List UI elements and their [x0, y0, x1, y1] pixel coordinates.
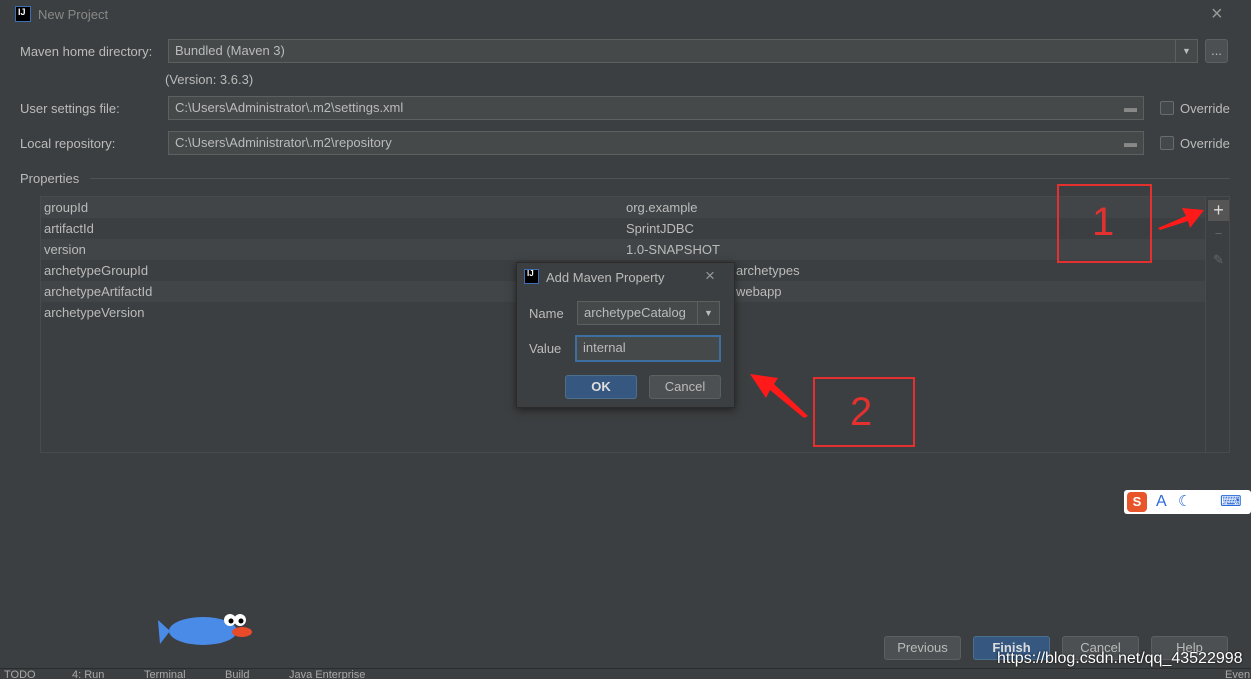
annotation-number-1: 1 — [1092, 200, 1115, 244]
value-input[interactable]: internal — [575, 335, 721, 362]
table-row[interactable]: artifactId SprintJDBC — [41, 218, 1205, 239]
value-label: Value — [529, 341, 562, 356]
property-key: artifactId — [44, 221, 94, 236]
edit-icon[interactable]: ✎ — [1208, 252, 1229, 268]
override-label: Override — [1180, 101, 1230, 116]
folder-icon[interactable]: ▬ — [1124, 135, 1137, 150]
property-key: groupId — [44, 200, 89, 215]
fish-mascot-icon — [158, 614, 252, 645]
intellij-logo-icon: IJ — [15, 6, 31, 22]
arrow-annotation-1 — [1158, 208, 1204, 230]
add-maven-property-dialog: IJ Add Maven Property × Name archetypeCa… — [516, 262, 735, 408]
user-settings-label: User settings file: — [20, 101, 120, 116]
dialog-close-icon[interactable]: × — [705, 266, 715, 286]
arrow-annotation-2 — [750, 374, 808, 418]
close-icon[interactable]: × — [1211, 3, 1223, 26]
name-combobox[interactable]: archetypeCatalog ▼ — [577, 301, 720, 325]
keyboard-icon[interactable]: ⌨ — [1220, 492, 1242, 510]
chevron-down-icon[interactable]: ▼ — [697, 302, 719, 324]
add-icon[interactable]: + — [1208, 200, 1229, 221]
property-value: org.example — [626, 200, 698, 215]
folder-icon[interactable]: ▬ — [1124, 100, 1137, 115]
ime-toolbar: S A ☾ ⌨ — [1124, 490, 1251, 514]
user-settings-value: C:\Users\Administrator\.m2\settings.xml — [175, 100, 404, 115]
property-value: SprintJDBC — [626, 221, 694, 236]
user-settings-override-checkbox[interactable] — [1160, 101, 1174, 115]
override-label: Override — [1180, 136, 1230, 151]
taskbar-event-log[interactable]: Even — [1225, 670, 1250, 679]
browse-maven-button[interactable]: ... — [1205, 39, 1228, 63]
taskbar-todo[interactable]: TODO — [4, 670, 36, 679]
dialog-title: Add Maven Property — [546, 270, 665, 285]
table-row[interactable]: groupId org.example — [41, 197, 1205, 218]
title-bar: IJ New Project × — [0, 0, 1251, 30]
taskbar-java-enterprise[interactable]: Java Enterprise — [289, 670, 365, 679]
name-value: archetypeCatalog — [584, 305, 686, 320]
maven-version: (Version: 3.6.3) — [165, 72, 254, 87]
maven-home-select[interactable]: Bundled (Maven 3) ▼ — [168, 39, 1198, 63]
property-key: version — [44, 242, 86, 257]
properties-divider — [90, 178, 1230, 179]
local-repo-label: Local repository: — [20, 136, 116, 151]
dialog-cancel-button[interactable]: Cancel — [649, 375, 721, 399]
annotation-number-2: 2 — [850, 390, 873, 434]
chevron-down-icon[interactable]: ▼ — [1175, 40, 1197, 62]
watermark: https://blog.csdn.net/qq_43522998 — [997, 650, 1243, 667]
taskbar-run[interactable]: 4: Run — [72, 670, 104, 679]
previous-button[interactable]: Previous — [884, 636, 961, 660]
taskbar-build[interactable]: Build — [225, 670, 249, 679]
remove-icon[interactable]: − — [1208, 226, 1229, 241]
property-key: archetypeGroupId — [44, 263, 149, 278]
property-key: archetypeArtifactId — [44, 284, 153, 299]
maven-home-value: Bundled (Maven 3) — [175, 43, 285, 58]
local-repo-override-checkbox[interactable] — [1160, 136, 1174, 150]
value-text: internal — [583, 340, 626, 355]
local-repo-value: C:\Users\Administrator\.m2\repository — [175, 135, 392, 150]
property-value: 1.0-SNAPSHOT — [626, 242, 720, 257]
properties-label: Properties — [20, 171, 80, 186]
property-value: webapp — [736, 284, 782, 299]
user-settings-input[interactable]: C:\Users\Administrator\.m2\settings.xml ▬ — [168, 96, 1144, 120]
table-toolbar: + − ✎ — [1205, 196, 1230, 453]
ok-button[interactable]: OK — [565, 375, 637, 399]
intellij-logo-icon: IJ — [524, 269, 539, 284]
sogou-icon[interactable]: S — [1127, 492, 1147, 512]
maven-home-label: Maven home directory: — [20, 44, 153, 59]
table-row[interactable]: version 1.0-SNAPSHOT — [41, 239, 1205, 260]
window-title: New Project — [38, 7, 109, 22]
ide-taskbar: TODO 4: Run Terminal Build Java Enterpri… — [0, 668, 1251, 679]
local-repo-input[interactable]: C:\Users\Administrator\.m2\repository ▬ — [168, 131, 1144, 155]
name-label: Name — [529, 306, 564, 321]
taskbar-terminal[interactable]: Terminal — [144, 670, 186, 679]
property-value: archetypes — [736, 263, 800, 278]
property-key: archetypeVersion — [44, 305, 145, 320]
ime-mode-icon[interactable]: A — [1156, 493, 1167, 511]
moon-icon[interactable]: ☾ — [1178, 492, 1191, 510]
